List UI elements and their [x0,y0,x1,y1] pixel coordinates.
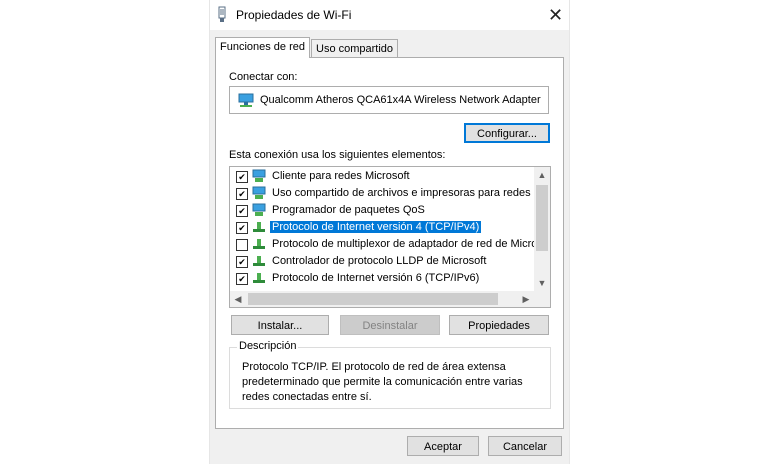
chevron-left-icon[interactable]: ◀ [230,291,246,307]
chevron-right-icon[interactable]: ▶ [518,291,534,307]
properties-button[interactable]: Propiedades [449,315,549,335]
components-list: ✔ Cliente para redes Microsoft ✔ Uso com… [229,166,551,308]
scroll-corner [534,291,550,307]
install-button[interactable]: Instalar... [231,315,329,335]
item-checkbox[interactable]: ✔ [236,256,248,268]
item-checkbox[interactable]: ✔ [236,188,248,200]
item-label: Programador de paquetes QoS [272,204,425,216]
wifi-properties-dialog: Propiedades de Wi-Fi ✕ Funciones de red … [209,0,570,464]
protocol-icon [253,273,265,283]
item-checkbox[interactable]: ✔ [236,273,248,285]
list-item[interactable]: ✔ Protocolo de Internet versión 6 (TCP/I… [230,270,536,287]
protocol-icon [253,222,265,232]
item-checkbox[interactable]: ✔ [236,171,248,183]
list-item[interactable]: Protocolo de multiplexor de adaptador de… [230,236,543,253]
network-adapter-icon [218,6,226,22]
connect-with-label: Conectar con: [229,71,298,83]
list-item[interactable]: ✔ Controlador de protocolo LLDP de Micro… [230,253,536,270]
list-item[interactable]: ✔ Cliente para redes Microsoft [230,168,536,185]
protocol-icon [253,239,265,249]
tab-funciones-de-red[interactable]: Funciones de red [215,37,310,58]
uninstall-button[interactable]: Desinstalar [340,315,440,335]
protocol-icon [253,256,265,266]
item-checkbox[interactable] [236,239,248,251]
item-checkbox[interactable]: ✔ [236,222,248,234]
item-label: Protocolo de multiplexor de adaptador de… [272,238,543,250]
item-label: Controlador de protocolo LLDP de Microso… [272,255,487,267]
configure-button[interactable]: Configurar... [464,123,550,143]
description-text: Protocolo TCP/IP. El protocolo de red de… [242,361,523,403]
item-checkbox[interactable]: ✔ [236,205,248,217]
item-label: Cliente para redes Microsoft [272,170,410,182]
vertical-scrollbar[interactable]: ▲ ▼ [534,167,550,291]
chevron-down-icon[interactable]: ▼ [534,275,550,291]
horizontal-scrollbar[interactable]: ◀ ▶ [230,291,534,307]
accept-button[interactable]: Aceptar [407,436,479,456]
close-button[interactable]: ✕ [542,0,569,30]
description-title: Descripción [237,340,299,352]
items-label: Esta conexión usa los siguientes element… [229,149,446,161]
item-label: Uso compartido de archivos e impresoras … [272,187,543,199]
title-bar: Propiedades de Wi-Fi ✕ [210,0,569,30]
item-label: Protocolo de Internet versión 6 (TCP/IPv… [272,272,480,284]
network-client-icon [252,186,266,199]
horizontal-scroll-thumb[interactable] [248,293,498,305]
tab-uso-compartido[interactable]: Uso compartido [311,39,399,59]
chevron-up-icon[interactable]: ▲ [534,167,550,183]
tab-panel: Conectar con: Qualcomm Atheros QCA61x4A … [215,57,564,429]
list-item[interactable]: ✔ Uso compartido de archivos e impresora… [230,185,543,202]
network-adapter-icon [238,93,254,107]
network-client-icon [252,169,266,182]
window-title: Propiedades de Wi-Fi [236,8,352,22]
adapter-field: Qualcomm Atheros QCA61x4A Wireless Netwo… [229,86,549,114]
item-label: Protocolo de Internet versión 4 (TCP/IPv… [268,220,483,234]
description-group: Descripción Protocolo TCP/IP. El protoco… [229,340,551,409]
network-client-icon [252,203,266,216]
list-item[interactable]: ✔ Programador de paquetes QoS [230,202,536,219]
cancel-button[interactable]: Cancelar [488,436,562,456]
vertical-scroll-thumb[interactable] [536,185,548,251]
adapter-name: Qualcomm Atheros QCA61x4A Wireless Netwo… [260,94,541,106]
list-item[interactable]: ✔ Protocolo de Internet versión 4 (TCP/I… [230,219,536,236]
close-icon: ✕ [547,4,564,25]
